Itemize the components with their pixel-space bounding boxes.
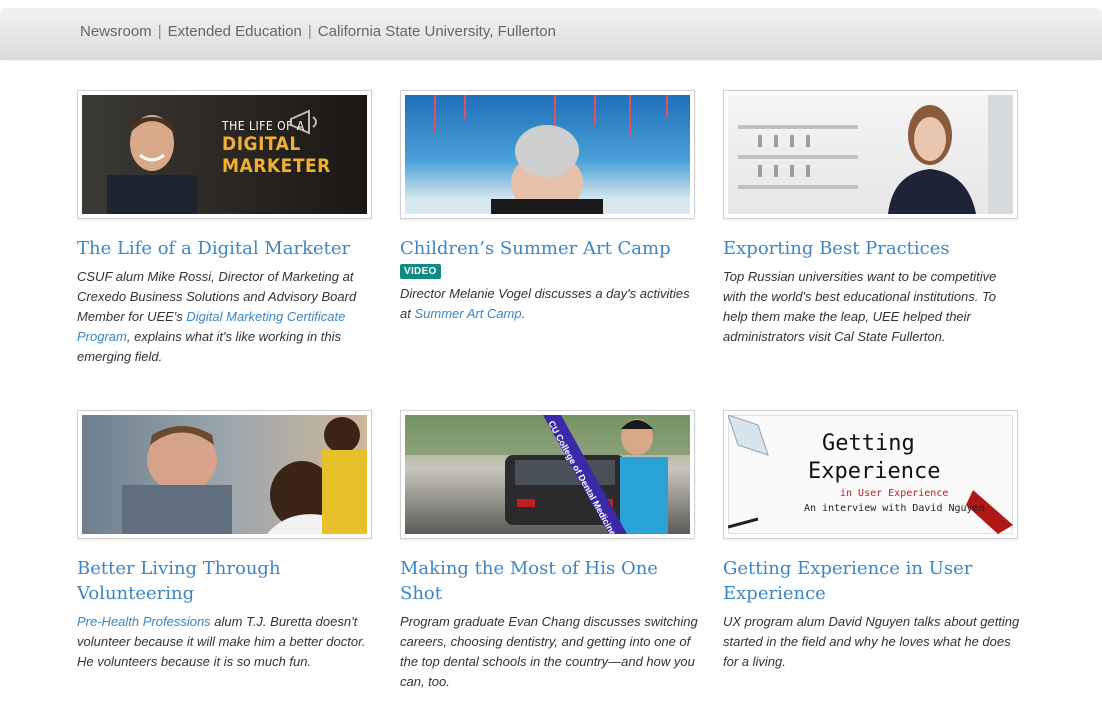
article-title[interactable]: Making the Most of His One Shot — [400, 556, 700, 606]
article-summary: Program graduate Evan Chang discusses sw… — [400, 614, 698, 689]
article-card: Children’s Summer Art Camp VIDEO Directo… — [400, 90, 700, 324]
article-title[interactable]: Exporting Best Practices — [723, 236, 1023, 261]
article-thumbnail[interactable] — [723, 90, 1018, 219]
article-card: CU College of Dental Medicine Making the… — [400, 410, 700, 692]
article-title[interactable]: Children’s Summer Art Camp — [400, 236, 700, 261]
article-card: Getting Experience in User Experience An… — [723, 410, 1023, 672]
article-card: THE LIFE OF A DIGITAL MARKETER The Life … — [77, 90, 377, 367]
video-badge: VIDEO — [400, 264, 441, 279]
article-summary: Top Russian universities want to be comp… — [723, 269, 997, 344]
pre-health-link[interactable]: Pre-Health Professions — [77, 614, 211, 629]
person-photo — [107, 115, 197, 214]
breadcrumb: Newsroom | Extended Education | California S… — [80, 23, 556, 40]
digital-marketer-image: THE LIFE OF A DIGITAL MARKETER — [82, 95, 367, 214]
article-thumbnail[interactable]: THE LIFE OF A DIGITAL MARKETER — [77, 90, 372, 219]
building-photo — [738, 95, 1013, 214]
article-title[interactable]: The Life of a Digital Marketer — [77, 236, 377, 261]
one-shot-image: CU College of Dental Medicine — [405, 415, 690, 534]
article-thumbnail[interactable] — [400, 90, 695, 219]
breadcrumb-csuf[interactable]: California State University, Fullerton — [318, 23, 556, 40]
summer-art-camp-link[interactable]: Summer Art Camp — [414, 306, 521, 321]
article-card: Better Living Through Volunteering Pre-H… — [77, 410, 377, 672]
image-caption: THE LIFE OF A DIGITAL MARKETER — [222, 119, 331, 177]
article-thumbnail[interactable] — [77, 410, 372, 539]
article-thumbnail[interactable]: CU College of Dental Medicine — [400, 410, 695, 539]
street-photo — [405, 415, 690, 534]
header-bar: Newsroom | Extended Education | California S… — [0, 8, 1102, 60]
breadcrumb-extended-education[interactable]: Extended Education — [168, 23, 302, 40]
article-thumbnail[interactable]: Getting Experience in User Experience An… — [723, 410, 1018, 539]
breadcrumb-newsroom[interactable]: Newsroom — [80, 23, 152, 40]
article-summary: CSUF alum Mike Rossi, Director of Market… — [77, 269, 357, 364]
article-summary: UX program alum David Nguyen talks about… — [723, 614, 1020, 669]
volunteer-photo — [122, 417, 367, 534]
article-card: Exporting Best Practices Top Russian uni… — [723, 90, 1023, 347]
article-title[interactable]: Better Living Through Volunteering — [77, 556, 377, 606]
art-camp-image — [405, 95, 690, 214]
exporting-practices-image — [728, 95, 1013, 214]
article-summary: Pre-Health Professions alum T.J. Buretta… — [77, 614, 366, 669]
article-summary: Director Melanie Vogel discusses a day's… — [400, 286, 690, 321]
volunteering-image — [82, 415, 367, 534]
jellyfish-mural — [434, 95, 668, 214]
getting-experience-image: Getting Experience in User Experience An… — [728, 415, 1013, 534]
article-title[interactable]: Getting Experience in User Experience — [723, 556, 1023, 606]
